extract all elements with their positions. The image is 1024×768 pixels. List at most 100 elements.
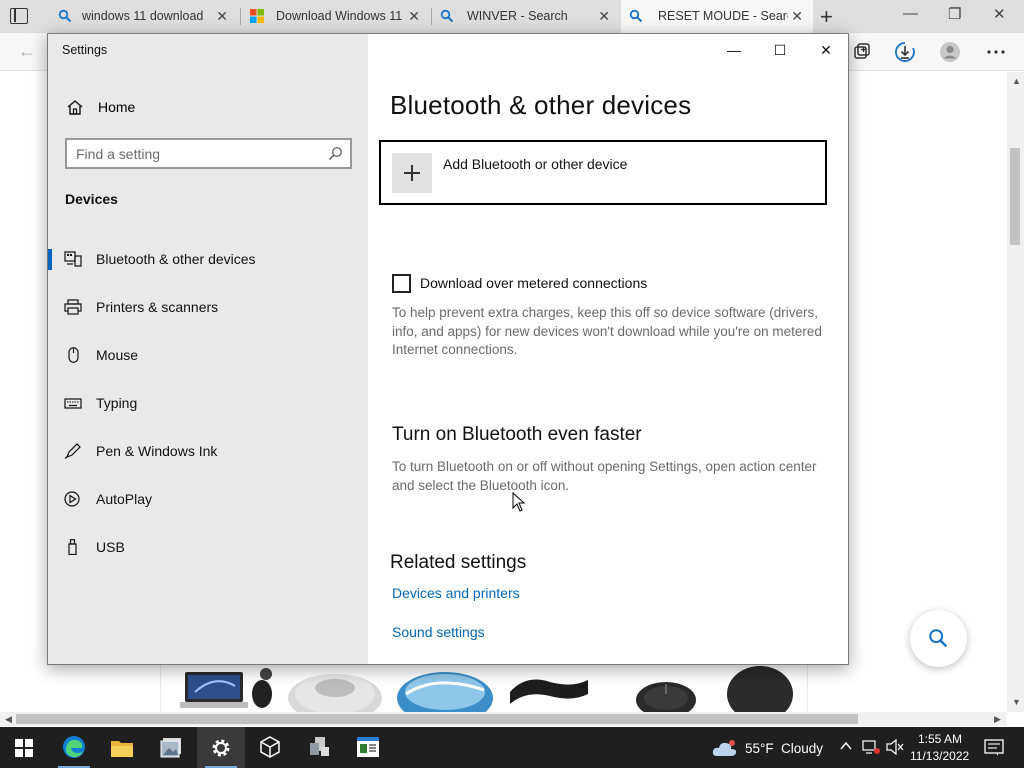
round-mouse-pad-image[interactable] (725, 664, 795, 712)
window-minimize-button[interactable]: — (711, 34, 757, 66)
tab-title: windows 11 download (82, 9, 204, 23)
search-icon (929, 629, 948, 648)
settings-sidebar: Settings Home Devices Bluetooth & other … (48, 34, 368, 664)
tab-actions-icon[interactable] (10, 8, 28, 24)
sidebar-item-label: AutoPlay (96, 491, 153, 507)
photos-icon (160, 738, 181, 758)
related-settings-heading: Related settings (390, 552, 527, 573)
browser-tab-4[interactable]: RESET MOUDE - Search ✕ (621, 0, 813, 33)
find-setting-search[interactable] (65, 138, 352, 169)
taskbar-settings[interactable] (197, 727, 245, 768)
taskbar: 55°F Cloudy 1:55 AM 11/13/2022 (0, 727, 1024, 768)
browser-tab-2[interactable]: Download Windows 11 ✕ (241, 0, 430, 33)
clock-date[interactable]: 11/13/2022 (910, 749, 969, 763)
laptop-image[interactable] (180, 664, 280, 712)
browser-close-button[interactable]: ✕ (993, 5, 1006, 23)
tab-close-icon[interactable]: ✕ (408, 8, 420, 25)
bluetooth-devices-icon (64, 251, 82, 267)
collections-icon[interactable] (850, 41, 872, 63)
taskbar-reader-app[interactable] (344, 727, 392, 768)
taskbar-edge[interactable] (50, 727, 98, 768)
scroll-up-arrow[interactable]: ▲ (1012, 76, 1021, 86)
settings-content: — ☐ ✕ Bluetooth & other devices Add Blue… (368, 34, 848, 664)
more-options-icon[interactable] (985, 41, 1007, 63)
wave-mouse-pad-image[interactable] (396, 664, 494, 712)
scroll-left-arrow[interactable]: ◀ (5, 714, 12, 725)
browser-tab-bar: windows 11 download ✕ Download Windows 1… (0, 0, 1024, 33)
find-setting-input[interactable] (67, 140, 322, 167)
search-icon (58, 9, 72, 23)
sidebar-item-label: Bluetooth & other devices (96, 251, 256, 267)
sound-settings-link[interactable]: Sound settings (392, 624, 485, 640)
settings-gear-icon (212, 739, 230, 757)
sidebar-item-typing[interactable]: Typing (48, 383, 368, 423)
sidebar-item-usb[interactable]: USB (48, 527, 368, 567)
home-nav-item[interactable]: Home (66, 96, 135, 118)
mouse-image[interactable] (608, 664, 718, 712)
mouse-cursor-icon (512, 492, 526, 512)
weather-temperature[interactable]: 55°F (745, 741, 774, 756)
volume-muted-icon[interactable] (886, 739, 904, 755)
window-maximize-button[interactable]: ☐ (757, 34, 803, 66)
taskbar-file-explorer[interactable] (98, 727, 146, 768)
scroll-right-arrow[interactable]: ▶ (994, 714, 1001, 725)
microsoft-logo-icon (250, 9, 264, 23)
new-tab-button[interactable]: + (820, 4, 833, 30)
network-status-icon[interactable] (862, 739, 880, 755)
windows-start-icon (15, 739, 33, 757)
action-center-icon[interactable] (984, 739, 1004, 757)
search-icon (629, 9, 643, 23)
mouse-pad-image[interactable] (286, 664, 384, 712)
devices-and-printers-link[interactable]: Devices and printers (392, 585, 520, 601)
browser-restore-button[interactable]: ❐ (948, 5, 961, 23)
bluetooth-faster-heading: Turn on Bluetooth even faster (392, 424, 642, 445)
sidebar-item-printers[interactable]: Printers & scanners (48, 287, 368, 327)
browser-minimize-button[interactable]: — (903, 5, 918, 22)
sidebar-item-mouse[interactable]: Mouse (48, 335, 368, 375)
wrist-rest-image[interactable] (506, 664, 592, 712)
visual-search-button[interactable] (910, 610, 967, 667)
usb-icon (68, 539, 77, 555)
tab-close-icon[interactable]: ✕ (216, 8, 228, 25)
vertical-scroll-thumb[interactable] (1010, 148, 1020, 245)
scroll-down-arrow[interactable]: ▼ (1012, 697, 1021, 707)
settings-window: Settings Home Devices Bluetooth & other … (47, 33, 849, 665)
devices-section-heading: Devices (65, 191, 118, 207)
taskbar-network-app[interactable] (295, 727, 343, 768)
sidebar-item-label: Printers & scanners (96, 299, 219, 315)
chevron-up-icon[interactable] (840, 739, 852, 753)
metered-checkbox-label[interactable]: Download over metered connections (420, 275, 647, 291)
mouse-icon (68, 347, 79, 363)
3d-viewer-icon (260, 736, 280, 758)
start-button[interactable] (0, 727, 48, 768)
sidebar-item-pen[interactable]: Pen & Windows Ink (48, 431, 368, 471)
cloudy-weather-icon[interactable] (712, 738, 740, 758)
horizontal-scroll-thumb[interactable] (16, 714, 858, 724)
tab-close-icon[interactable]: ✕ (598, 8, 610, 25)
sidebar-item-label: Mouse (96, 347, 139, 363)
reader-app-icon (357, 737, 379, 757)
browser-tab-1[interactable]: windows 11 download ✕ (50, 0, 238, 33)
taskbar-photos[interactable] (148, 727, 196, 768)
metered-description: To help prevent extra charges, keep this… (392, 305, 822, 357)
window-title: Settings (62, 43, 108, 57)
browser-tab-3[interactable]: WINVER - Search ✕ (432, 0, 620, 33)
window-close-button[interactable]: ✕ (803, 34, 849, 66)
add-device-button[interactable]: Add Bluetooth or other device (379, 140, 827, 205)
search-icon (440, 9, 454, 23)
search-icon[interactable] (328, 146, 343, 161)
back-button[interactable]: ← (18, 41, 36, 62)
metered-connections-checkbox[interactable] (392, 274, 411, 293)
autoplay-icon (64, 491, 80, 507)
sidebar-item-autoplay[interactable]: AutoPlay (48, 479, 368, 519)
profile-avatar-icon[interactable] (939, 41, 961, 63)
tab-close-icon[interactable]: ✕ (791, 8, 803, 25)
clock-time[interactable]: 1:55 AM (918, 732, 962, 746)
sidebar-item-label: USB (96, 539, 125, 555)
downloads-icon[interactable] (894, 41, 916, 63)
sidebar-item-bluetooth[interactable]: Bluetooth & other devices (48, 239, 368, 279)
network-app-icon (310, 737, 329, 756)
weather-condition[interactable]: Cloudy (781, 741, 823, 756)
taskbar-3d-viewer[interactable] (246, 727, 294, 768)
plus-icon (392, 153, 432, 193)
